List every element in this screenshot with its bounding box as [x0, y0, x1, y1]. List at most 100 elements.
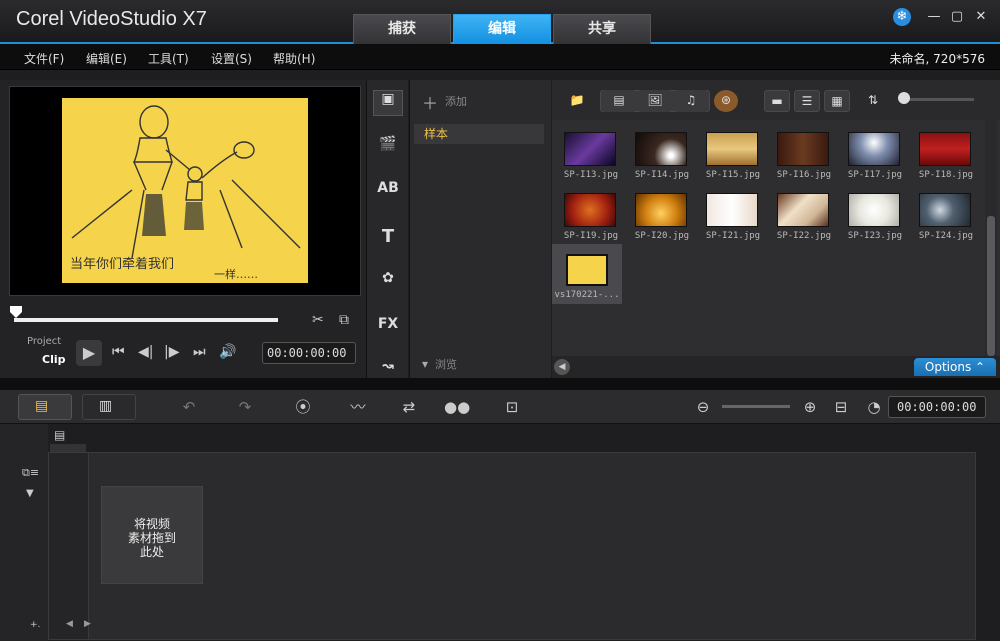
add-folder-button[interactable]: ＋ 添加 — [422, 90, 467, 114]
scrubber-handle[interactable] — [10, 306, 22, 318]
close-icon[interactable]: ✕ — [972, 8, 990, 26]
timeline-footer-label[interactable]: +. — [30, 620, 40, 630]
preview-timecode[interactable]: 00:00:00:00 — [262, 342, 356, 364]
copy-clip-icon[interactable]: ⧉ — [339, 312, 349, 328]
scissors-icon[interactable]: ✂ — [312, 312, 324, 328]
redo-icon[interactable]: ↷ — [232, 396, 258, 418]
minimize-icon[interactable]: — — [925, 8, 943, 26]
preview-image: 当年你们牵着我们 一样…… — [62, 98, 308, 283]
view-grid-icon[interactable]: ▦ — [824, 90, 850, 112]
dropdown-arrow-icon[interactable]: ▼ — [26, 488, 34, 499]
timeline-zoom-slider[interactable] — [722, 405, 790, 408]
track-ruler-selector[interactable] — [50, 444, 86, 452]
track-manager-icon[interactable]: ⧉≡ — [22, 466, 39, 480]
tab-capture[interactable]: 捕获 — [353, 14, 451, 44]
menu-settings[interactable]: 设置(S) — [211, 50, 252, 67]
thumbnail-image — [919, 132, 971, 166]
scrollbar-thumb[interactable] — [987, 216, 995, 356]
zoom-out-icon[interactable]: ⊖ — [690, 396, 716, 418]
transition-icon[interactable]: AB — [373, 180, 403, 206]
scroll-next-icon[interactable]: ▶ — [84, 619, 91, 629]
tab-share[interactable]: 共享 — [553, 14, 651, 44]
volume-icon[interactable]: 🔊 — [219, 344, 236, 360]
thumbnail-item[interactable]: SP-I23.jpg — [840, 185, 910, 245]
thumbnail-label: SP-I23.jpg — [847, 231, 903, 241]
go-start-icon[interactable]: ⏮ — [112, 344, 125, 360]
photo-filter-icon[interactable]: 🖼 — [638, 90, 672, 112]
motion-tracking-icon[interactable]: ●● — [444, 396, 470, 418]
thumbnail-size-slider[interactable] — [904, 98, 974, 101]
browse-button[interactable]: ▾ 浏览 — [422, 356, 457, 372]
graphic-icon[interactable]: ✿ — [373, 270, 403, 296]
clip-drop-zone[interactable]: 将视频 素材拖到 此处 — [101, 486, 203, 584]
storyboard-track-icon[interactable]: ▤ — [54, 428, 65, 442]
preview-screen[interactable]: 当年你们牵着我们 一样…… — [9, 86, 361, 296]
menu-file[interactable]: 文件(F) — [24, 50, 64, 67]
scroll-prev-icon[interactable]: ◀ — [66, 619, 73, 629]
play-button[interactable]: ▶ — [76, 340, 102, 366]
thumbnail-item[interactable]: SP-I16.jpg — [769, 124, 839, 184]
app-title: Corel VideoStudio X7 — [16, 8, 207, 30]
zoom-in-icon[interactable]: ⊕ — [797, 396, 823, 418]
clock-icon: ◔ — [867, 398, 881, 416]
audio-filter-icon[interactable]: ♫ — [674, 90, 708, 112]
options-button[interactable]: Options ⌃ — [914, 358, 996, 376]
thumbnail-item[interactable]: SP-I21.jpg — [698, 185, 768, 245]
go-end-icon[interactable]: ⏭ — [193, 344, 206, 360]
thumbnail-size-knob[interactable] — [898, 92, 910, 104]
maximize-icon[interactable]: ▢ — [948, 8, 966, 26]
record-capture-icon[interactable]: ⦿ — [290, 396, 316, 418]
folder-item-sample[interactable]: 样本 — [414, 124, 544, 144]
menu-help[interactable]: 帮助(H) — [273, 50, 315, 67]
storyboard-view-button[interactable]: ▤ — [18, 394, 72, 420]
title-icon[interactable]: T — [373, 226, 403, 252]
thumbnail-item[interactable]: SP-I22.jpg — [769, 185, 839, 245]
undo-icon[interactable]: ↶ — [176, 396, 202, 418]
thumbnail-label: SP-I17.jpg — [847, 170, 903, 180]
title-bar: Corel VideoStudio X7 捕获 编辑 共享 ❄ — ▢ ✕ — [0, 0, 1000, 44]
fx-icon[interactable]: FX — [373, 316, 403, 342]
storyboard-track[interactable]: 将视频 素材拖到 此处 — [48, 452, 976, 640]
thumbnail-image — [848, 132, 900, 166]
auto-music-icon[interactable]: ⇄ — [396, 396, 422, 418]
prev-frame-icon[interactable]: ◀| — [138, 344, 153, 360]
thumbnail-item[interactable]: SP-I13.jpg — [556, 124, 626, 184]
fit-project-icon[interactable]: ⊟ — [828, 396, 854, 418]
instant-project-icon[interactable]: 🎬 — [373, 136, 403, 162]
sound-mixer-icon[interactable]: 〰 — [345, 396, 371, 418]
snowflake-icon[interactable]: ❄ — [893, 8, 911, 26]
mode-clip-label[interactable]: Clip — [42, 353, 66, 366]
thumbnail-label: SP-I13.jpg — [563, 170, 619, 180]
add-label: 添加 — [445, 95, 468, 108]
thumbnail-image — [919, 193, 971, 227]
thumbnail-item[interactable]: SP-I18.jpg — [911, 124, 981, 184]
thumbnail-item[interactable]: SP-I24.jpg — [911, 185, 981, 245]
panel-separator — [0, 378, 1000, 390]
sort-icon[interactable]: ⇅ — [862, 90, 884, 112]
thumbnail-item[interactable]: SP-I19.jpg — [556, 185, 626, 245]
thumbnail-label: SP-I20.jpg — [634, 231, 690, 241]
thumbnail-item[interactable]: SP-I20.jpg — [627, 185, 697, 245]
thumbnail-item[interactable]: SP-I17.jpg — [840, 124, 910, 184]
timeline-timecode[interactable]: 00:00:00:00 — [888, 396, 986, 418]
scroll-left-icon[interactable]: ◀ — [554, 359, 570, 375]
menu-edit[interactable]: 编辑(E) — [86, 50, 127, 67]
view-thumbnail-icon[interactable]: ▬ — [764, 90, 790, 112]
folder-icon[interactable]: 📁 — [566, 90, 588, 112]
library-scrollbar[interactable] — [985, 120, 997, 356]
tab-edit[interactable]: 编辑 — [453, 14, 551, 44]
media-icon[interactable]: ▣ — [373, 90, 403, 116]
thumbnail-item[interactable]: SP-I15.jpg — [698, 124, 768, 184]
scrub-track[interactable] — [14, 318, 278, 322]
thumbnail-image — [635, 132, 687, 166]
subtitle-editor-icon[interactable]: ⊡ — [499, 396, 525, 418]
view-list-icon[interactable]: ☰ — [794, 90, 820, 112]
menu-tools[interactable]: 工具(T) — [148, 50, 189, 67]
next-frame-icon[interactable]: |▶ — [164, 344, 179, 360]
thumbnail-item-selected[interactable]: vs170221-... — [552, 244, 622, 304]
timeline-view-button[interactable]: ▥ — [82, 394, 136, 420]
mode-project-label[interactable]: Project — [27, 336, 61, 347]
thumbnail-item[interactable]: SP-I14.jpg — [627, 124, 697, 184]
video-filter-icon[interactable]: ▤ — [602, 90, 636, 112]
film-reel-icon[interactable]: ⊛ — [714, 90, 738, 112]
